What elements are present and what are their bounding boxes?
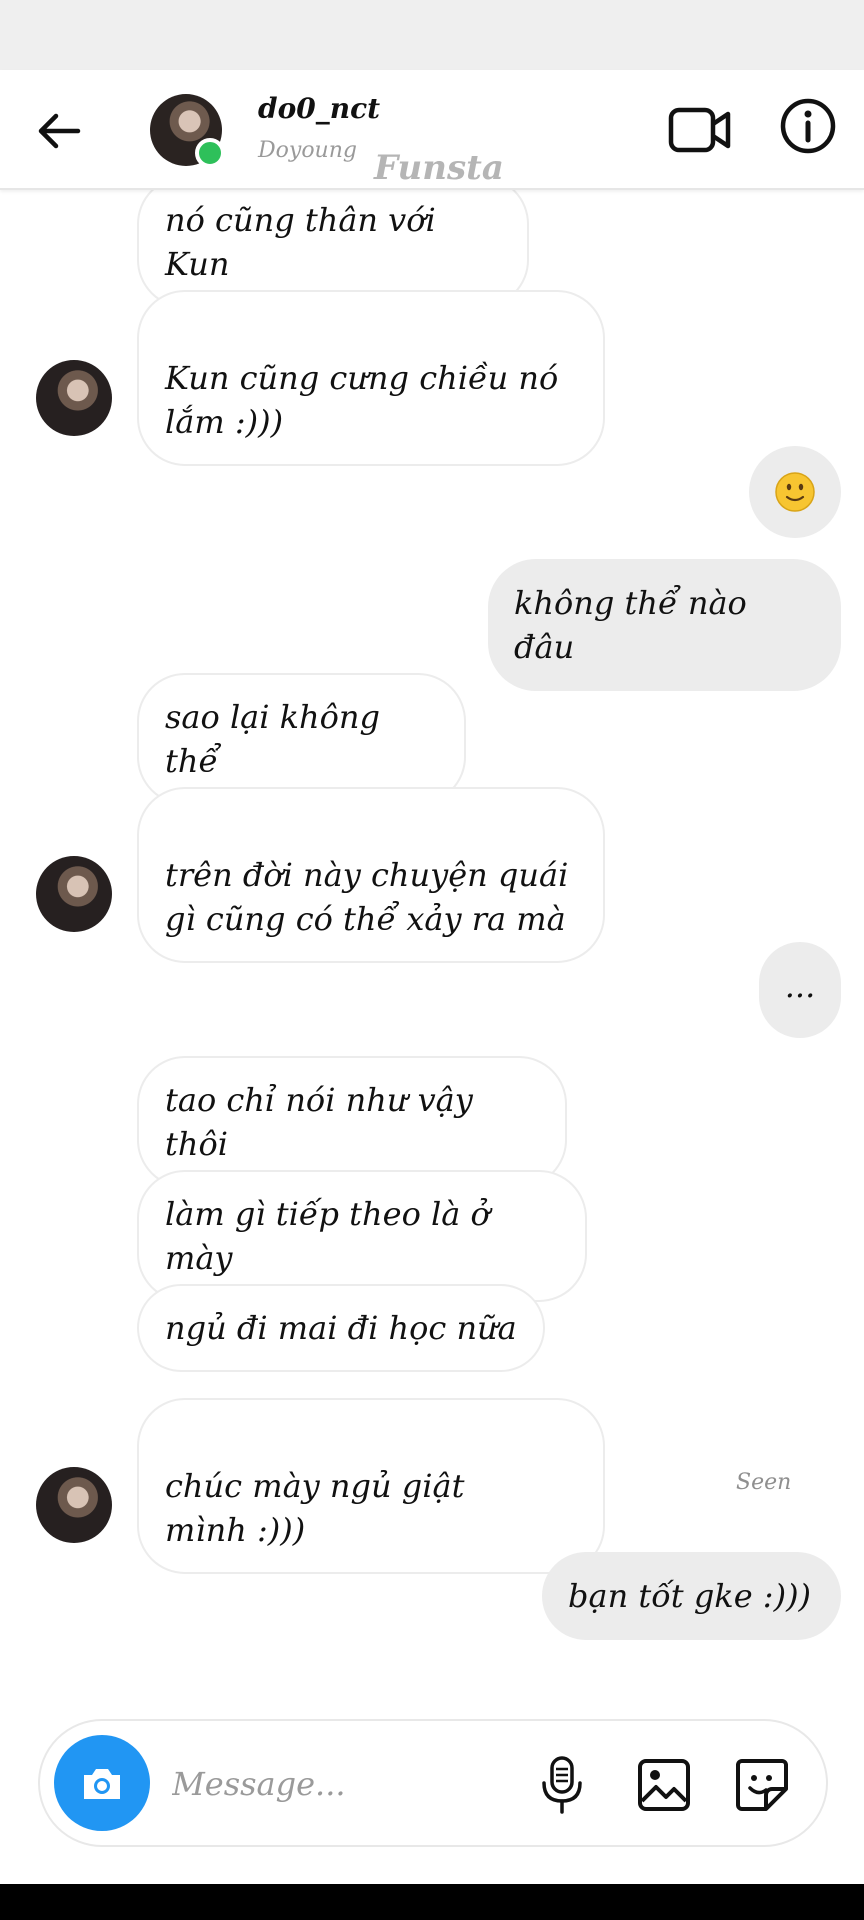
message-composer: [38, 1719, 828, 1847]
online-status-dot: [195, 138, 225, 168]
received-message[interactable]: trên đời này chuyện quái gì cũng có thể …: [137, 787, 605, 963]
seen-indicator: Seen: [736, 1470, 792, 1495]
voice-message-button[interactable]: [538, 1755, 586, 1815]
sent-message[interactable]: không thể nào đâu: [488, 559, 841, 691]
message-text: tao chỉ nói như vậy thôi: [165, 1081, 473, 1163]
message-text: Kun cũng cưng chiều nó lắm :))): [165, 359, 559, 441]
sent-message[interactable]: ...: [759, 942, 841, 1038]
message-input[interactable]: [172, 1757, 462, 1811]
contact-display-name: Doyoung: [258, 138, 357, 163]
message-text: làm gì tiếp theo là ở mày: [165, 1195, 490, 1277]
message-text: không thể nào đâu: [514, 584, 747, 666]
camera-button[interactable]: [54, 1735, 150, 1831]
back-arrow-icon: [38, 113, 81, 149]
message-text: ngủ đi mai đi học nữa: [165, 1309, 517, 1347]
image-icon: [638, 1759, 690, 1811]
camera-icon: [84, 1769, 120, 1799]
message-text: bạn tốt gke :))): [568, 1577, 812, 1615]
received-message[interactable]: sao lại không thể: [137, 673, 466, 805]
sender-avatar[interactable]: [36, 1467, 112, 1543]
message-text: ...: [784, 967, 816, 1005]
video-call-icon: [668, 107, 731, 153]
system-navigation-bar: [0, 1884, 864, 1920]
info-button[interactable]: [778, 96, 838, 156]
received-message[interactable]: chúc mày ngủ giật mình :))): [137, 1398, 605, 1574]
sender-avatar[interactable]: [36, 856, 112, 932]
received-message[interactable]: tao chỉ nói như vậy thôi: [137, 1056, 567, 1188]
slightly-smiling-face-icon: [775, 472, 815, 512]
received-message[interactable]: Kun cũng cưng chiều nó lắm :))): [137, 290, 605, 466]
chat-header: do0_nct Doyoung Funsta: [0, 70, 864, 190]
video-call-button[interactable]: [668, 100, 732, 160]
watermark: Funsta: [374, 148, 504, 188]
sticker-icon: [736, 1759, 788, 1811]
sender-avatar[interactable]: [36, 360, 112, 436]
message-thread: nó cũng thân với Kun Kun cũng cưng chiều…: [0, 176, 864, 1700]
received-message[interactable]: làm gì tiếp theo là ở mày: [137, 1170, 587, 1302]
sent-message-emoji[interactable]: [749, 446, 841, 538]
sticker-button[interactable]: [734, 1757, 790, 1813]
status-bar: [0, 0, 864, 70]
sent-message[interactable]: bạn tốt gke :))): [542, 1552, 841, 1640]
message-text: chúc mày ngủ giật mình :))): [165, 1467, 465, 1549]
contact-username[interactable]: do0_nct: [258, 92, 380, 125]
microphone-icon: [542, 1756, 582, 1814]
message-text: sao lại không thể: [165, 698, 381, 780]
info-icon: [780, 98, 836, 154]
message-text: trên đời này chuyện quái gì cũng có thể …: [165, 856, 569, 938]
back-button[interactable]: [34, 106, 84, 156]
gallery-button[interactable]: [636, 1757, 692, 1813]
received-message[interactable]: nó cũng thân với Kun: [137, 176, 529, 308]
message-text: nó cũng thân với Kun: [165, 201, 436, 283]
received-message[interactable]: ngủ đi mai đi học nữa: [137, 1284, 545, 1372]
